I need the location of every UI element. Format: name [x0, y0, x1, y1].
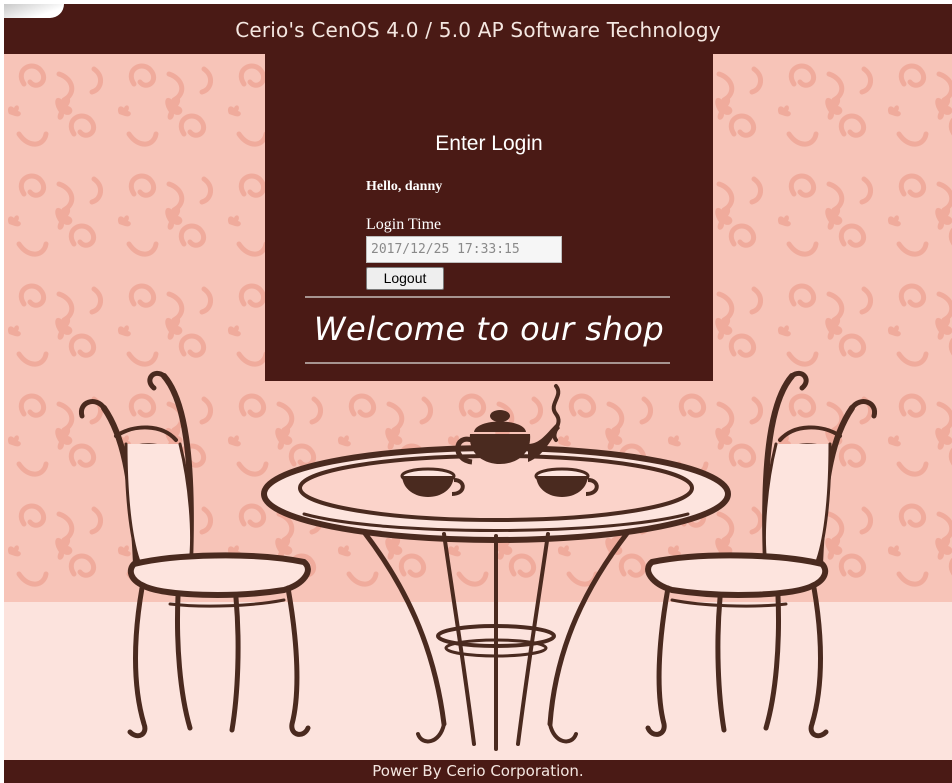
- window-corner-shine: [4, 4, 64, 18]
- page-header: Cerio's CenOS 4.0 / 5.0 AP Software Tech…: [4, 4, 952, 54]
- divider-top: [305, 296, 670, 298]
- login-time-field[interactable]: 2017/12/25 17:33:15: [366, 236, 562, 263]
- login-panel: Enter Login Hello, danny Login Time 2017…: [265, 54, 713, 381]
- right-chair: [645, 370, 878, 739]
- app-window: Cerio's CenOS 4.0 / 5.0 AP Software Tech…: [4, 4, 952, 783]
- greeting-text: Hello, danny: [366, 179, 443, 194]
- left-chair: [78, 370, 311, 739]
- login-title: Enter Login: [435, 132, 543, 155]
- welcome-heading: Welcome to our shop: [313, 310, 665, 348]
- divider-bottom: [305, 362, 670, 364]
- logout-button[interactable]: Logout: [366, 267, 444, 290]
- login-time-label: Login Time: [366, 216, 442, 233]
- page-footer: Power By Cerio Corporation.: [4, 760, 952, 783]
